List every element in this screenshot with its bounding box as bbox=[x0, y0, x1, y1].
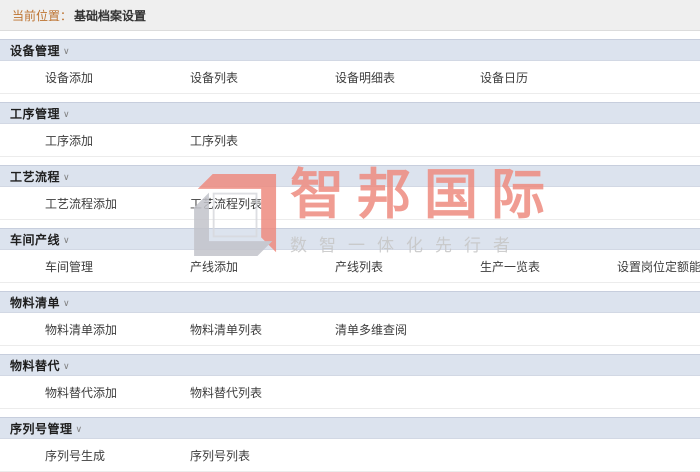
chevron-down-icon: ∨ bbox=[63, 361, 70, 372]
section-title: 设备管理 bbox=[10, 42, 60, 59]
chevron-down-icon: ∨ bbox=[63, 298, 70, 309]
menu-item-link[interactable]: 设备列表 bbox=[190, 69, 238, 86]
section: 车间产线∨ 车间管理 产线添加 产线列表 生产一览表 设置岗位定额能力 bbox=[0, 228, 700, 283]
section-item-row: 工序添加 工序列表 bbox=[0, 124, 700, 157]
section-title: 物料替代 bbox=[10, 357, 60, 374]
menu-item-link[interactable]: 序列号列表 bbox=[190, 447, 250, 464]
section-header[interactable]: 工艺流程∨ bbox=[0, 165, 700, 187]
section: 物料替代∨ 物料替代添加 物料替代列表 bbox=[0, 354, 700, 409]
menu-item-link[interactable]: 物料清单添加 bbox=[45, 321, 117, 338]
menu-item-link[interactable]: 清单多维查阅 bbox=[335, 321, 407, 338]
menu-item-link[interactable]: 物料清单列表 bbox=[190, 321, 262, 338]
section-item-row: 物料清单添加 物料清单列表 清单多维查阅 bbox=[0, 313, 700, 346]
sections: 设备管理∨设备添加设备列表设备明细表设备日历工序管理∨工序添加工序列表工艺流程∨… bbox=[0, 39, 700, 472]
menu-item-link[interactable]: 生产一览表 bbox=[480, 258, 540, 275]
section-title: 序列号管理 bbox=[10, 420, 73, 437]
section-header[interactable]: 设备管理∨ bbox=[0, 39, 700, 61]
section-title: 工序管理 bbox=[10, 105, 60, 122]
section: 物料清单∨ 物料清单添加 物料清单列表 清单多维查阅 bbox=[0, 291, 700, 346]
chevron-down-icon: ∨ bbox=[63, 172, 70, 183]
section-item-row: 车间管理 产线添加 产线列表 生产一览表 设置岗位定额能力 bbox=[0, 250, 700, 283]
menu-item-link[interactable]: 设备明细表 bbox=[335, 69, 395, 86]
section: 设备管理∨ 设备添加 设备列表 设备明细表 设备日历 bbox=[0, 39, 700, 94]
chevron-down-icon: ∨ bbox=[63, 235, 70, 246]
chevron-down-icon: ∨ bbox=[63, 46, 70, 57]
menu-item-link[interactable]: 产线列表 bbox=[335, 258, 383, 275]
section-header[interactable]: 工序管理∨ bbox=[0, 102, 700, 124]
menu-item-link[interactable]: 序列号生成 bbox=[45, 447, 105, 464]
section-item-row: 序列号生成 序列号列表 bbox=[0, 439, 700, 472]
menu-item-link[interactable]: 设备日历 bbox=[480, 69, 528, 86]
menu-item-link[interactable]: 工序列表 bbox=[190, 132, 238, 149]
menu-item-link[interactable]: 设置岗位定额能力 bbox=[617, 258, 700, 275]
section: 工艺流程∨ 工艺流程添加 工艺流程列表 bbox=[0, 165, 700, 220]
section-item-row: 设备添加 设备列表 设备明细表 设备日历 bbox=[0, 61, 700, 94]
section: 序列号管理∨ 序列号生成 序列号列表 bbox=[0, 417, 700, 472]
menu-item-link[interactable]: 产线添加 bbox=[190, 258, 238, 275]
section-header[interactable]: 车间产线∨ bbox=[0, 228, 700, 250]
section-header[interactable]: 物料替代∨ bbox=[0, 354, 700, 376]
section-item-row: 工艺流程添加 工艺流程列表 bbox=[0, 187, 700, 220]
menu-item-link[interactable]: 物料替代添加 bbox=[45, 384, 117, 401]
section-header[interactable]: 序列号管理∨ bbox=[0, 417, 700, 439]
chevron-down-icon: ∨ bbox=[76, 424, 83, 435]
breadcrumb: 当前位置： 基础档案设置 bbox=[0, 0, 700, 31]
section-title: 车间产线 bbox=[10, 231, 60, 248]
menu-item-link[interactable]: 车间管理 bbox=[45, 258, 93, 275]
chevron-down-icon: ∨ bbox=[63, 109, 70, 120]
menu-item-link[interactable]: 设备添加 bbox=[45, 69, 93, 86]
menu-item-link[interactable]: 工序添加 bbox=[45, 132, 93, 149]
section: 工序管理∨ 工序添加 工序列表 bbox=[0, 102, 700, 157]
menu-item-link[interactable]: 工艺流程列表 bbox=[190, 195, 262, 212]
breadcrumb-label: 当前位置： bbox=[12, 7, 72, 24]
section-title: 工艺流程 bbox=[10, 168, 60, 185]
page-title: 基础档案设置 bbox=[74, 7, 146, 24]
menu-item-link[interactable]: 工艺流程添加 bbox=[45, 195, 117, 212]
menu-item-link[interactable]: 物料替代列表 bbox=[190, 384, 262, 401]
section-title: 物料清单 bbox=[10, 294, 60, 311]
section-header[interactable]: 物料清单∨ bbox=[0, 291, 700, 313]
section-item-row: 物料替代添加 物料替代列表 bbox=[0, 376, 700, 409]
